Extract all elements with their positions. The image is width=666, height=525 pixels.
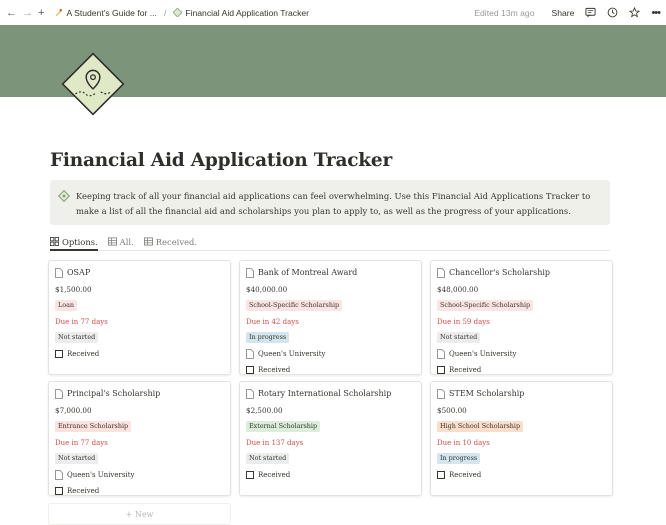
compass-icon [173, 8, 183, 17]
due-date: Due in 137 days [246, 438, 304, 447]
arrow-left-icon[interactable]: ← [6, 7, 17, 19]
document-icon [246, 348, 254, 359]
due-date: Due in 77 days [55, 438, 108, 447]
plus-icon[interactable]: + [38, 7, 44, 19]
card-title: Bank of Montreal Award [258, 268, 358, 277]
document-icon [437, 388, 445, 399]
due-date: Due in 42 days [246, 317, 299, 326]
type-tag: Loan [55, 300, 78, 311]
more-icon[interactable]: ••• [651, 7, 661, 19]
status-badge: Not started [55, 453, 99, 464]
callout-text: Keeping track of all your financial aid … [76, 191, 591, 216]
table-icon [107, 237, 117, 246]
received-label: Received [258, 365, 291, 374]
new-card-button[interactable]: + New [48, 503, 231, 525]
received-label: Received [258, 470, 291, 479]
student-guide-icon [56, 8, 63, 17]
type-tag: External Scholarship [246, 421, 321, 432]
tab-received[interactable]: Received. [143, 233, 197, 250]
document-icon [246, 388, 254, 399]
university-link[interactable]: Queen's University [449, 350, 516, 358]
map-pin-icon [61, 52, 125, 116]
gallery-icon [50, 237, 59, 246]
callout: Keeping track of all your financial aid … [50, 180, 610, 225]
breadcrumb: A Student's Guide for ... / Financial Ai… [54, 8, 309, 18]
document-icon [55, 388, 63, 399]
university-link[interactable]: Queen's University [67, 471, 134, 479]
edited-timestamp: Edited 13m ago [474, 7, 535, 18]
view-tabs: Options. All. Received. [50, 233, 610, 251]
card-amount: $2,500.00 [246, 406, 283, 415]
due-date: Due in 10 days [437, 438, 490, 447]
status-badge: Not started [246, 453, 290, 464]
card-amount: $7,000.00 [55, 406, 92, 415]
table-icon [143, 237, 153, 246]
card-amount: $40,000.00 [246, 285, 288, 294]
status-badge: Not started [437, 332, 481, 343]
received-checkbox[interactable] [55, 349, 63, 358]
top-bar: ← → + A Student's Guide for ... / Financ… [0, 0, 666, 25]
status-badge: In progress [246, 332, 290, 343]
type-tag: School-Specific Scholarship [437, 300, 534, 311]
status-badge: Not started [55, 332, 99, 343]
gallery-card[interactable]: Bank of Montreal Award $40,000.00 School… [239, 260, 422, 375]
tab-all[interactable]: All. [107, 233, 134, 250]
card-title: OSAP [67, 268, 91, 277]
document-icon [55, 469, 63, 480]
type-tag: School-Specific Scholarship [246, 300, 343, 311]
received-checkbox[interactable] [437, 470, 445, 479]
card-amount: $500.00 [437, 406, 467, 415]
top-right-actions: Edited 13m ago Share ••• [474, 0, 666, 25]
document-icon [437, 267, 445, 278]
received-checkbox[interactable] [246, 365, 254, 374]
comment-icon[interactable] [585, 7, 596, 18]
document-icon [55, 267, 63, 278]
gallery-card[interactable]: STEM Scholarship $500.00 High School Sch… [430, 381, 613, 496]
due-date: Due in 59 days [437, 317, 490, 326]
type-tag: Entrance Scholarship [55, 421, 132, 432]
type-tag: High School Scholarship [437, 421, 524, 432]
received-label: Received [67, 349, 100, 358]
status-badge: In progress [437, 453, 481, 464]
card-title: Chancellor's Scholarship [449, 268, 551, 277]
nav-buttons: ← → + [0, 7, 44, 19]
received-checkbox[interactable] [55, 486, 63, 495]
breadcrumb-separator: / [163, 7, 167, 18]
gallery-card[interactable]: Chancellor's Scholarship $48,000.00 Scho… [430, 260, 613, 375]
star-icon[interactable] [629, 7, 641, 18]
clock-icon[interactable] [607, 7, 618, 18]
due-date: Due in 77 days [55, 317, 108, 326]
university-link[interactable]: Queen's University [258, 350, 325, 358]
compass-icon [58, 190, 70, 202]
received-label: Received [449, 365, 482, 374]
share-button[interactable]: Share [552, 8, 575, 18]
received-checkbox[interactable] [246, 470, 254, 479]
card-amount: $1,500.00 [55, 285, 92, 294]
received-label: Received [449, 470, 482, 479]
card-title: Principal's Scholarship [67, 389, 161, 398]
received-label: Received [67, 486, 100, 495]
arrow-right-icon[interactable]: → [22, 7, 33, 19]
gallery-card[interactable]: Principal's Scholarship $7,000.00 Entran… [48, 381, 231, 496]
page-title: Financial Aid Application Tracker [50, 150, 393, 171]
tab-options[interactable]: Options. [50, 233, 98, 251]
document-icon [437, 348, 445, 359]
document-icon [246, 267, 254, 278]
breadcrumb-item-guide[interactable]: A Student's Guide for ... [54, 8, 157, 18]
card-title: STEM Scholarship [449, 389, 525, 398]
card-amount: $48,000.00 [437, 285, 479, 294]
gallery-card[interactable]: OSAP $1,500.00 Loan Due in 77 days Not s… [48, 260, 231, 375]
received-checkbox[interactable] [437, 365, 445, 374]
gallery-card[interactable]: Rotary International Scholarship $2,500.… [239, 381, 422, 496]
breadcrumb-item-tracker[interactable]: Financial Aid Application Tracker [173, 8, 309, 18]
card-title: Rotary International Scholarship [258, 389, 392, 398]
